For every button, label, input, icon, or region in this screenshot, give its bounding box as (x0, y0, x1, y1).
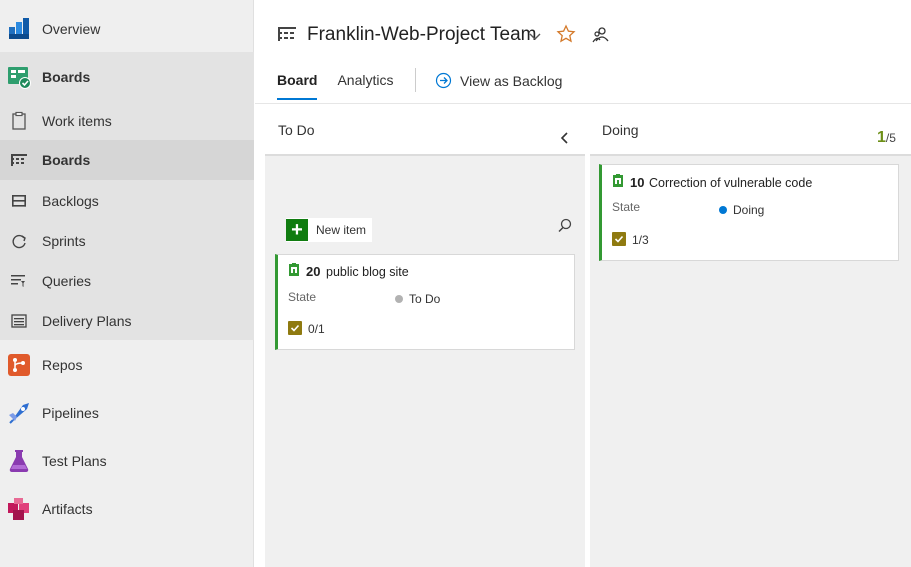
nav-overview-label: Overview (42, 21, 101, 37)
work-item-card[interactable]: 20 public blog site State To Do 0/1 (275, 254, 575, 350)
wip-max: /5 (885, 131, 896, 145)
checklist-count: 0/1 (308, 322, 325, 336)
nav-boards[interactable]: Boards (0, 60, 254, 94)
card-state-label: State (612, 200, 641, 214)
nav-pipelines[interactable]: Pipelines (0, 396, 254, 430)
checklist-icon[interactable] (612, 232, 626, 246)
column-doing: 10 Correction of vulnerable code State D… (590, 156, 911, 567)
backlogs-icon (9, 191, 29, 211)
nav-backlogs[interactable]: Backlogs (0, 184, 254, 218)
nav-work-items[interactable]: Work items (0, 104, 254, 138)
overview-icon (7, 17, 31, 41)
chevron-down-icon[interactable] (528, 30, 542, 45)
nav-repos[interactable]: Repos (0, 348, 254, 382)
card-state-label: State (288, 290, 317, 304)
team-board-icon (277, 25, 297, 48)
view-as-backlog-label: View as Backlog (460, 72, 563, 89)
column-name-doing: Doing (602, 122, 639, 138)
sidebar: Overview Boards Work items Boards Backlo… (0, 0, 254, 567)
team-title[interactable]: Franklin-Web-Project Team (307, 24, 536, 46)
card-state-text: To Do (409, 292, 441, 306)
team-members-icon[interactable] (590, 25, 610, 48)
nav-queries-label: Queries (42, 273, 92, 289)
nav-sprints-label: Sprints (42, 233, 86, 249)
nav-overview[interactable]: Overview (0, 12, 254, 46)
repos-icon (7, 353, 31, 377)
user-story-icon (288, 263, 300, 280)
work-item-card[interactable]: 10 Correction of vulnerable code State D… (599, 164, 899, 261)
view-as-backlog-link[interactable]: View as Backlog (435, 72, 562, 89)
new-item-label: New item (316, 223, 367, 237)
sprints-icon (9, 231, 29, 251)
pipelines-icon (7, 401, 31, 425)
column-name-todo: To Do (278, 122, 315, 138)
state-dot-icon (719, 206, 727, 214)
nav-delivery-plans-label: Delivery Plans (42, 313, 132, 329)
board-header: Franklin-Web-Project Team Board Analytic… (255, 0, 911, 104)
nav-sprints[interactable]: Sprints (0, 224, 254, 258)
arrow-circle-icon (435, 72, 452, 89)
card-state-value[interactable]: To Do (395, 292, 440, 306)
nav-pipelines-label: Pipelines (42, 405, 99, 421)
card-title[interactable]: Correction of vulnerable code (649, 176, 812, 190)
queries-icon (9, 271, 29, 291)
column-header-todo: To Do (278, 105, 578, 155)
card-id: 10 (630, 175, 645, 190)
new-item-button[interactable]: + New item (286, 218, 373, 242)
column-todo: + New item 20 public blog site State To … (265, 156, 585, 567)
plus-icon: + (286, 219, 308, 241)
collapse-column-icon[interactable] (559, 131, 571, 148)
nav-delivery-plans[interactable]: Delivery Plans (0, 304, 254, 338)
nav-boards-label: Boards (42, 69, 91, 85)
board-grid-icon (9, 150, 29, 170)
checklist-icon[interactable] (288, 321, 302, 335)
card-state-text: Doing (733, 203, 765, 217)
board-tabs: Board Analytics (277, 72, 413, 100)
nav-repos-label: Repos (42, 357, 83, 373)
nav-artifacts[interactable]: Artifacts (0, 492, 254, 526)
tab-divider (415, 68, 416, 92)
checklist-count: 1/3 (632, 233, 649, 247)
boards-icon (7, 65, 31, 89)
column-header-doing: Doing (602, 105, 902, 155)
card-state-value[interactable]: Doing (719, 203, 764, 217)
artifacts-icon (7, 497, 31, 521)
card-title[interactable]: public blog site (326, 265, 409, 279)
nav-work-items-label: Work items (42, 113, 112, 129)
nav-test-plans-label: Test Plans (42, 453, 107, 469)
nav-queries[interactable]: Queries (0, 264, 254, 298)
card-id: 20 (306, 264, 321, 279)
nav-boards-sub-label: Boards (42, 152, 91, 168)
search-icon[interactable] (557, 218, 573, 237)
work-items-icon (9, 111, 29, 131)
delivery-plans-icon (9, 311, 29, 331)
nav-backlogs-label: Backlogs (42, 193, 99, 209)
test-plans-icon (7, 449, 31, 473)
nav-test-plans[interactable]: Test Plans (0, 444, 254, 478)
nav-boards-sub[interactable]: Boards (0, 140, 254, 180)
tab-board[interactable]: Board (277, 72, 318, 100)
favorite-star-icon[interactable] (556, 24, 576, 47)
wip-current: 1 (877, 129, 886, 146)
kanban-board: To Do + New item 20 public blog site Sta… (255, 105, 911, 567)
tab-analytics[interactable]: Analytics (337, 72, 393, 100)
wip-limit: 1/5 (877, 129, 896, 147)
user-story-icon (612, 174, 624, 191)
state-dot-icon (395, 295, 403, 303)
nav-artifacts-label: Artifacts (42, 501, 93, 517)
